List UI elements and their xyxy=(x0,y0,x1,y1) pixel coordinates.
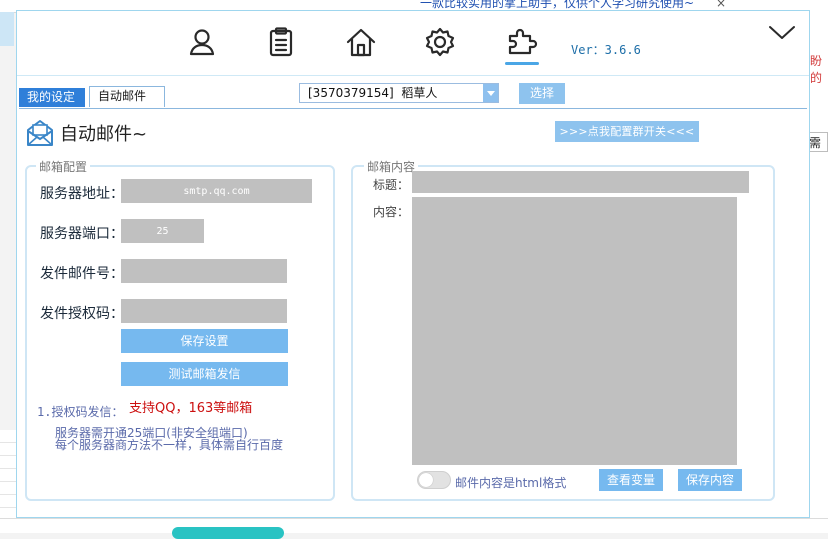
port-label: 服务器端口： xyxy=(40,226,124,242)
server-input[interactable] xyxy=(121,179,312,203)
auth-code-label: 发件授权码： xyxy=(40,306,124,322)
port-input[interactable] xyxy=(121,219,204,243)
sender-label: 发件邮件号： xyxy=(40,266,124,282)
account-selected-value: [3570379154] 稻草人 xyxy=(308,86,438,100)
active-tab-indicator xyxy=(505,62,539,65)
version-label: Ver：3.6.6 xyxy=(571,43,641,57)
sender-input[interactable] xyxy=(121,259,287,283)
mail-content-legend: 邮箱内容 xyxy=(364,158,419,175)
background-left-lines xyxy=(0,430,16,520)
tab-auto-mail[interactable]: 自动邮件 xyxy=(89,86,165,107)
mail-content-panel: 邮箱内容 标题： 内容： 邮件内容是html格式 查看变量 保存内容 xyxy=(351,158,775,501)
mail-icon xyxy=(25,119,55,147)
group-switch-button[interactable]: >>>点我配置群开关<<< xyxy=(555,121,699,142)
test-mail-button[interactable]: 测试邮箱发信 xyxy=(121,362,288,386)
auth-code-input[interactable] xyxy=(121,299,287,323)
background-right-text: 盼的 xyxy=(810,54,823,85)
save-content-button[interactable]: 保存内容 xyxy=(678,469,742,491)
puzzle-icon[interactable] xyxy=(505,25,539,59)
auth-tip-title: 1.授权码发信： xyxy=(37,405,124,419)
body-label: 内容： xyxy=(373,205,410,219)
auth-tip-text: 服务器需开通25端口(非安全组端口) 每个服务器商方法不一样，具体需自行百度 xyxy=(55,427,283,451)
background-right-pane xyxy=(808,12,828,532)
subject-label: 标题： xyxy=(373,178,410,192)
background-bottom-bar xyxy=(0,518,828,533)
choose-button[interactable]: 选择 xyxy=(519,83,565,104)
tab-my-settings[interactable]: 我的设定 xyxy=(19,88,85,107)
account-select[interactable]: [3570379154] 稻草人 xyxy=(299,83,499,103)
view-variables-button[interactable]: 查看变量 xyxy=(599,469,663,491)
clipboard-icon[interactable] xyxy=(264,25,298,59)
background-close-icon[interactable]: × xyxy=(713,0,729,10)
app-window: Ver：3.6.6 我的设定 自动邮件 [3570379154] 稻草人 选择 … xyxy=(16,10,810,518)
support-note: 支持QQ，163等邮箱 xyxy=(129,401,253,416)
nav-separator xyxy=(17,75,809,76)
mail-config-panel: 邮箱配置 服务器地址： 服务器端口： 发件邮件号： 发件授权码： 保存设置 测试… xyxy=(25,158,335,501)
html-format-label: 邮件内容是html格式 xyxy=(455,476,567,490)
dropdown-arrow-icon[interactable] xyxy=(483,84,498,102)
toggle-knob xyxy=(419,473,433,487)
page-header: 自动邮件~ xyxy=(25,119,147,147)
body-textarea[interactable] xyxy=(412,197,737,465)
chevron-down-icon[interactable] xyxy=(769,23,795,43)
background-left-strip xyxy=(0,12,14,46)
home-icon[interactable] xyxy=(344,25,378,59)
auth-tip-line: 每个服务器商方法不一样，具体需自行百度 xyxy=(55,438,284,452)
save-settings-button[interactable]: 保存设置 xyxy=(121,329,288,353)
user-icon[interactable] xyxy=(185,25,219,59)
mail-config-legend: 邮箱配置 xyxy=(36,158,91,175)
page-title: 自动邮件~ xyxy=(60,124,148,145)
background-teal-button xyxy=(172,527,284,539)
html-format-toggle[interactable] xyxy=(417,471,451,489)
subject-input[interactable] xyxy=(412,171,749,193)
server-label: 服务器地址： xyxy=(40,186,124,202)
top-navigation: Ver：3.6.6 xyxy=(17,11,809,77)
tab-underline xyxy=(19,108,807,109)
gear-icon[interactable] xyxy=(423,25,457,59)
